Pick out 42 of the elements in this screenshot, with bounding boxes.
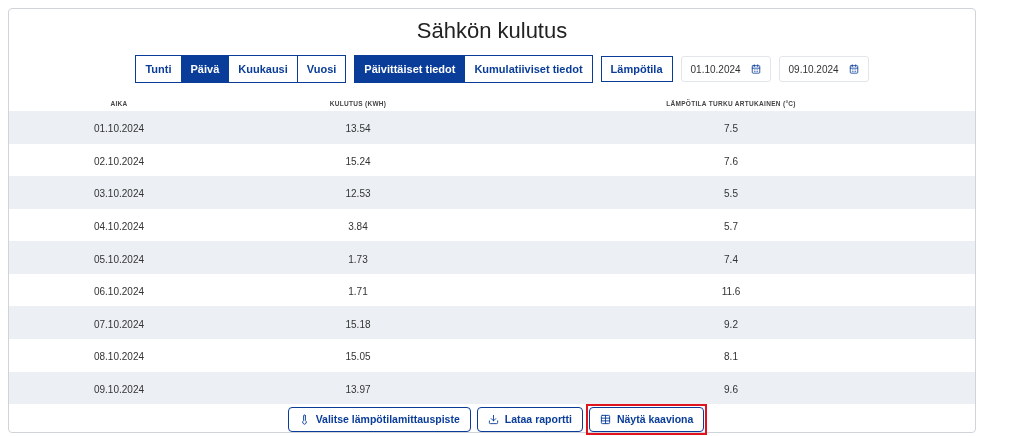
- table-cell: 1.73: [348, 253, 368, 265]
- table-cell: 13.97: [345, 383, 371, 395]
- table-cell: 01.10.2024: [93, 123, 145, 135]
- page-title: Sähkön kulutus: [415, 17, 569, 45]
- date-value: 09.10.2024: [788, 62, 839, 77]
- table-cell: 7.6: [724, 155, 738, 167]
- calendar-icon: [750, 64, 761, 74]
- action-button[interactable]: Valitse lämpötilamittauspiste: [287, 407, 471, 433]
- table-cell: 1.71: [348, 286, 368, 298]
- table-cell: 03.10.2024: [93, 188, 145, 200]
- segment-tab[interactable]: Päivittäiset tiedot: [355, 56, 465, 82]
- segment-tab[interactable]: Päivä: [180, 56, 229, 82]
- table-cell: 05.10.2024: [93, 253, 145, 265]
- table-icon: [599, 414, 611, 426]
- calendar-icon: [848, 64, 859, 74]
- table-cell: 06.10.2024: [93, 286, 145, 298]
- table-cell: 9.6: [724, 383, 738, 395]
- temperature-toggle[interactable]: Lämpötila: [600, 56, 673, 82]
- table-cell: 5.5: [724, 188, 738, 200]
- table-cell: 15.24: [345, 155, 371, 167]
- table-cell: 5.7: [724, 220, 738, 232]
- table-cell: 11.6: [721, 286, 741, 298]
- date-field[interactable]: 09.10.2024: [778, 56, 869, 82]
- download-icon: [487, 414, 499, 426]
- table-cell: 8.1: [724, 351, 738, 363]
- action-button[interactable]: Lataa raportti: [476, 407, 583, 433]
- table-cell: 15.05: [345, 351, 371, 363]
- date-field[interactable]: 01.10.2024: [680, 56, 771, 82]
- table-cell: 12.53: [345, 188, 371, 200]
- table-cell: 09.10.2024: [93, 383, 145, 395]
- table-cell: 3.84: [348, 220, 368, 232]
- table-cell: 7.5: [724, 123, 738, 135]
- table-cell: 7.4: [724, 253, 738, 265]
- table-cell: 07.10.2024: [93, 318, 145, 330]
- table-cell: 9.2: [724, 318, 738, 330]
- date-value: 01.10.2024: [690, 62, 741, 77]
- table-cell: 04.10.2024: [93, 220, 145, 232]
- table-cell: 08.10.2024: [93, 351, 145, 363]
- table-cell: 15.18: [345, 318, 371, 330]
- table-cell: 13.54: [345, 123, 371, 135]
- table-cell: 02.10.2024: [93, 155, 145, 167]
- action-button[interactable]: Näytä kaaviona: [588, 407, 705, 433]
